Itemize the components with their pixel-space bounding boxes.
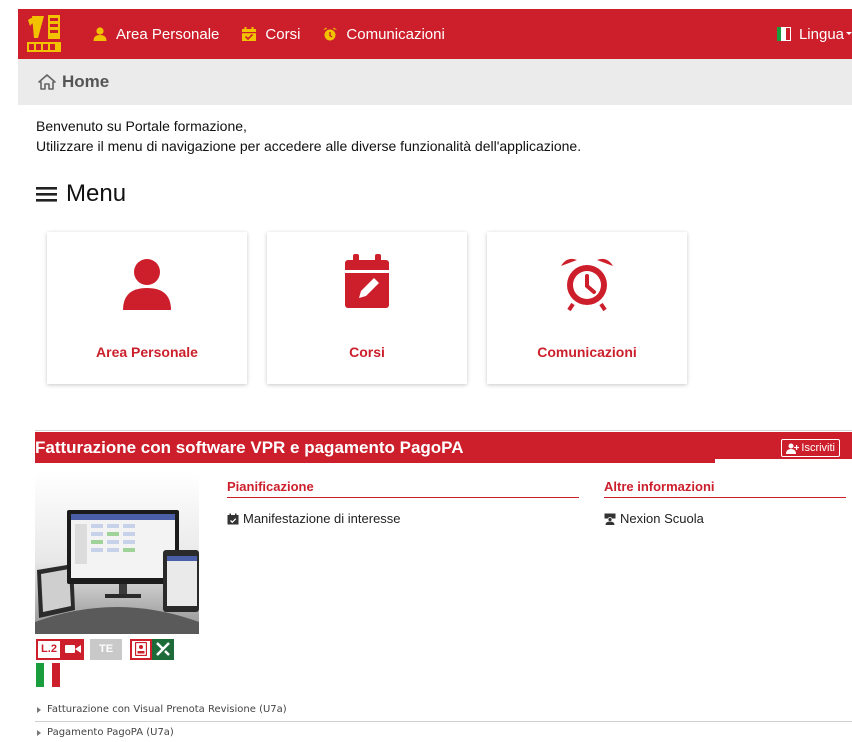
id-card-icon	[130, 638, 152, 660]
logo[interactable]	[18, 9, 70, 59]
module-label: Pagamento PagoPA (U7a)	[47, 727, 174, 738]
italy-flag-icon	[776, 27, 791, 41]
level-badge: L.2	[36, 638, 62, 660]
nav-comunicazioni[interactable]: Comunicazioni	[322, 25, 445, 43]
calendar-check-icon	[227, 513, 239, 525]
welcome-line-1: Benvenuto su Portale formazione,	[36, 118, 247, 134]
course-title: Fatturazione con software VPR e pagament…	[35, 437, 464, 457]
te-badge: TE	[90, 638, 122, 660]
nav-corsi[interactable]: Corsi	[241, 26, 300, 43]
user-plus-icon	[786, 443, 800, 454]
nav-corsi-label: Corsi	[265, 25, 301, 43]
course-badges: L.2 TE	[36, 638, 174, 660]
nav-area-personale-label: Area Personale	[116, 25, 220, 43]
other-info-title: Altre informazioni	[604, 479, 715, 494]
language-selector[interactable]: Lingua	[776, 25, 852, 43]
card-corsi[interactable]: Corsi	[267, 232, 467, 384]
card-comunicazioni-label: Comunicazioni	[537, 344, 637, 360]
planning-item-label: Manifestazione di interesse	[243, 511, 401, 526]
calendar-check-icon	[241, 26, 257, 42]
top-navbar: Area Personale Corsi Comunicazioni Lingu…	[18, 9, 852, 59]
alarm-clock-icon	[561, 258, 613, 312]
chevron-down-icon	[846, 29, 852, 39]
hamburger-icon	[36, 185, 58, 203]
enroll-label: Iscriviti	[801, 442, 835, 454]
breadcrumb-home-label[interactable]: Home	[62, 72, 109, 92]
planning-title: Pianificazione	[227, 479, 314, 494]
language-label: Lingua	[798, 25, 844, 43]
other-info-item-label: Nexion Scuola	[620, 511, 704, 526]
other-info-item: Nexion Scuola	[604, 511, 704, 526]
card-area-personale-label: Area Personale	[96, 344, 198, 360]
module-row[interactable]: Pagamento PagoPA (U7a)	[35, 727, 174, 738]
welcome-line-2: Utilizzare il menu di navigazione per ac…	[36, 138, 582, 154]
breadcrumb: Home	[18, 59, 852, 105]
planning-item: Manifestazione di interesse	[227, 511, 401, 526]
home-icon[interactable]	[38, 74, 56, 90]
italy-flag-icon	[36, 663, 60, 687]
video-camera-icon	[62, 638, 84, 660]
menu-title-label: Menu	[66, 180, 127, 207]
alarm-clock-icon	[322, 26, 338, 42]
card-corsi-label: Corsi	[349, 344, 385, 360]
card-area-personale[interactable]: Area Personale	[47, 232, 247, 384]
enroll-button[interactable]: Iscriviti	[781, 439, 840, 457]
module-row[interactable]: Fatturazione con Visual Prenota Revision…	[35, 704, 287, 715]
welcome-text: Benvenuto su Portale formazione, Utilizz…	[36, 116, 581, 156]
module-label: Fatturazione con Visual Prenota Revision…	[47, 704, 287, 715]
caret-right-icon	[35, 706, 43, 714]
teacher-icon	[604, 513, 616, 525]
logo-icon	[27, 15, 61, 52]
nav-area-personale[interactable]: Area Personale	[92, 26, 219, 43]
card-comunicazioni[interactable]: Comunicazioni	[487, 232, 687, 384]
caret-right-icon	[35, 729, 43, 737]
calendar-edit-icon	[345, 254, 389, 308]
user-icon	[123, 259, 171, 310]
user-icon	[92, 26, 108, 42]
menu-title: Menu	[36, 180, 126, 208]
course-image	[35, 472, 199, 634]
divider	[35, 430, 852, 431]
nav-comunicazioni-label: Comunicazioni	[346, 25, 445, 43]
tools-icon	[152, 638, 174, 660]
